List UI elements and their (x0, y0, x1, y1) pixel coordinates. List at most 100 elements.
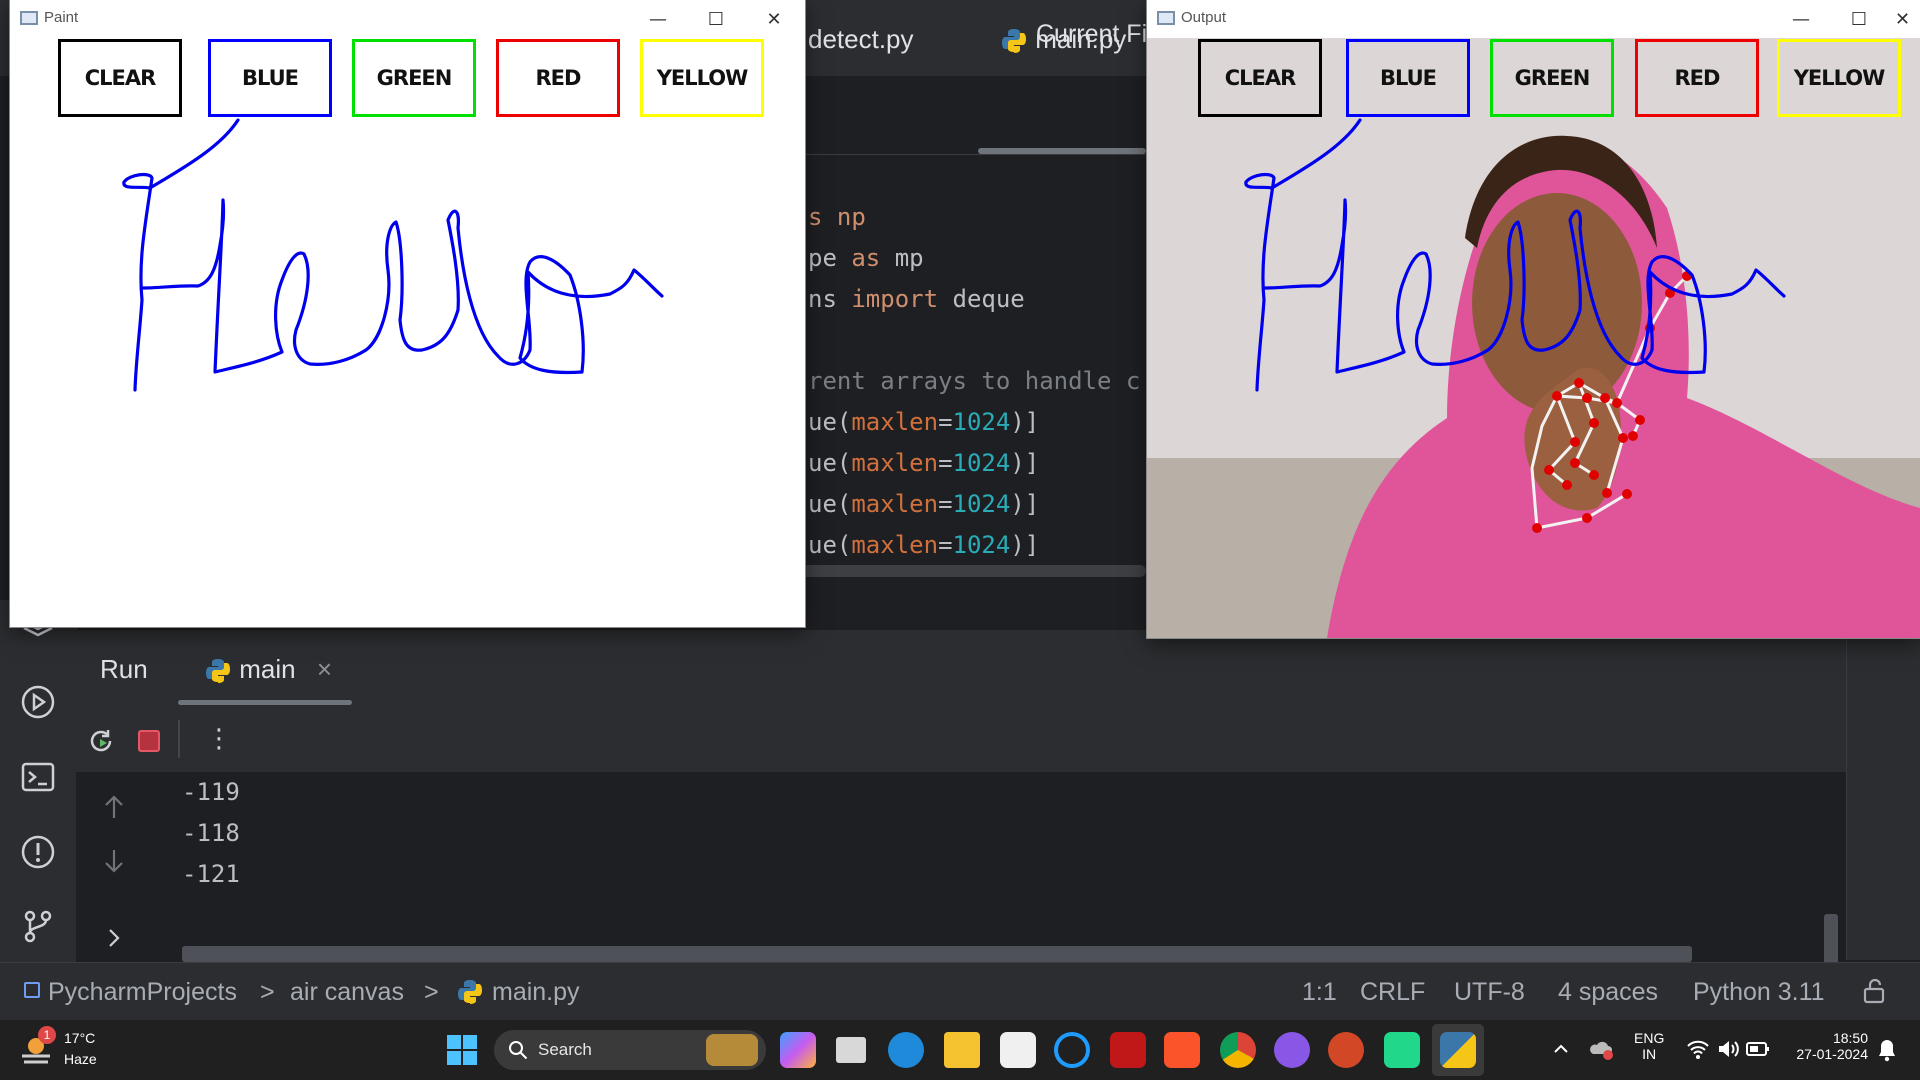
console-horizontal-scrollbar[interactable] (182, 946, 1692, 962)
right-tool-strip (1846, 620, 1920, 960)
maximize-button[interactable]: ☐ (1831, 4, 1887, 36)
tab-main-py[interactable]: main.py (1000, 24, 1126, 55)
blue-button[interactable]: BLUE (1346, 39, 1470, 117)
webcam-feed (1147, 38, 1920, 638)
file-explorer-icon[interactable] (944, 1032, 980, 1068)
breadcrumb-separator: > (424, 978, 439, 1006)
powerpoint-icon[interactable] (1328, 1032, 1364, 1068)
clock-time: 18:50 (1832, 1030, 1868, 1046)
tab-label: detect.py (808, 24, 914, 54)
breadcrumb-separator: > (260, 978, 275, 1006)
console-line: -119 (182, 778, 240, 806)
caret-position[interactable]: 1:1 (1302, 978, 1337, 1007)
python-icon[interactable] (1440, 1032, 1476, 1068)
copilot-icon[interactable] (780, 1032, 816, 1068)
status-bar: PycharmProjects > air canvas > main.py 1… (0, 962, 1920, 1021)
breadcrumb-folder[interactable]: air canvas (290, 978, 404, 1007)
git-branch-icon[interactable] (18, 906, 58, 946)
problems-icon[interactable] (18, 832, 58, 872)
chevron-right-icon[interactable] (104, 926, 124, 950)
code-editor[interactable]: s np pe as mp ns import deque rent array… (796, 195, 1146, 575)
pycharm-icon[interactable] (1384, 1032, 1420, 1068)
search-highlight-image (706, 1034, 758, 1066)
chrome-icon[interactable] (1220, 1032, 1256, 1068)
green-button[interactable]: GREEN (1490, 39, 1614, 117)
code-line-deque-3: ue(maxlen=1024)] (808, 490, 1040, 518)
rerun-icon[interactable] (86, 726, 116, 756)
weather-temperature: 17°C (64, 1030, 96, 1046)
paint-window[interactable]: Paint — ☐ ✕ CLEAR BLUE GREEN RED YELLOW (10, 0, 805, 627)
store-icon[interactable] (1000, 1032, 1036, 1068)
console-output[interactable]: -119 -118 -121 (76, 772, 1846, 962)
code-line-comment: rent arrays to handle c (808, 367, 1141, 395)
output-window[interactable]: Output — ☐ ✕ CLEAR BLUE GREEN RED YELLOW (1147, 0, 1920, 638)
line-ending[interactable]: CRLF (1360, 978, 1425, 1007)
code-line-1: s np (808, 203, 866, 231)
edge-icon[interactable] (888, 1032, 924, 1068)
language-code: ENG (1634, 1030, 1665, 1046)
code-line-deque-1: ue(maxlen=1024)] (808, 408, 1040, 436)
run-tab-close-icon[interactable]: × (317, 654, 332, 684)
run-tab-main[interactable]: main × (204, 654, 332, 685)
cortana-icon[interactable] (1054, 1032, 1090, 1068)
breadcrumb-project[interactable]: PycharmProjects (48, 978, 237, 1007)
clock-date: 27-01-2024 (1796, 1046, 1868, 1062)
weather-condition: Haze (64, 1051, 97, 1067)
python-file-icon (1002, 29, 1026, 54)
run-panel-title: Run (100, 654, 148, 684)
active-tab-indicator (978, 148, 1146, 154)
system-clock[interactable]: 18:50 27-01-2024 (1786, 1030, 1868, 1062)
face (1472, 193, 1642, 413)
unlock-icon[interactable] (1860, 977, 1888, 1005)
clear-button[interactable]: CLEAR (1198, 39, 1322, 117)
mcafee-icon[interactable] (1110, 1032, 1146, 1068)
wifi-icon[interactable] (1686, 1038, 1710, 1060)
battery-icon[interactable] (1746, 1040, 1770, 1058)
drawing-canvas[interactable] (10, 0, 805, 627)
indent-setting[interactable]: 4 spaces (1558, 978, 1658, 1007)
minimize-button[interactable]: — (1773, 4, 1829, 36)
breadcrumb-file[interactable]: main.py (492, 978, 580, 1007)
red-button[interactable]: RED (1635, 39, 1759, 117)
code-line-deque-2: ue(maxlen=1024)] (808, 449, 1040, 477)
hello-stroke (122, 118, 664, 392)
more-options-icon[interactable]: ⋮ (206, 724, 232, 754)
search-box[interactable]: Search (494, 1030, 766, 1070)
run-icon[interactable] (18, 682, 58, 722)
editor-tab-bar (796, 76, 1146, 155)
toolbar-divider (178, 720, 180, 758)
python-interpreter[interactable]: Python 3.11 (1693, 978, 1825, 1007)
brave-icon[interactable] (1164, 1032, 1200, 1068)
output-window-title: Output (1181, 9, 1227, 26)
scroll-down-icon[interactable] (100, 846, 128, 876)
tool-window-strip (0, 600, 77, 990)
yellow-button[interactable]: YELLOW (1777, 39, 1901, 117)
code-line-2: pe as mp (808, 244, 924, 272)
project-icon (24, 982, 40, 998)
terminal-icon[interactable] (18, 757, 58, 797)
stop-button[interactable] (138, 730, 160, 752)
github-icon[interactable] (1274, 1032, 1310, 1068)
file-encoding[interactable]: UTF-8 (1454, 978, 1525, 1007)
language-indicator[interactable]: ENG IN (1634, 1030, 1664, 1062)
windows-taskbar: 1 17°C Haze Search ENG IN 18:50 27-01-20… (0, 1020, 1920, 1080)
scroll-up-icon[interactable] (100, 792, 128, 822)
editor-horizontal-scrollbar[interactable] (796, 565, 1146, 577)
onedrive-icon[interactable] (1588, 1036, 1614, 1062)
tab-detect-py[interactable]: detect.py (808, 24, 914, 55)
console-vertical-scrollbar[interactable] (1824, 914, 1838, 964)
console-line: -118 (182, 819, 240, 847)
window-app-icon (1157, 11, 1175, 25)
notification-bell-icon[interactable] (1876, 1038, 1898, 1062)
notification-badge: 1 (38, 1026, 56, 1044)
run-tab-indicator (178, 700, 352, 705)
tab-label: main.py (1035, 24, 1127, 54)
start-icon[interactable] (446, 1034, 478, 1066)
search-icon (509, 1041, 528, 1060)
task-view-icon[interactable] (836, 1037, 866, 1063)
chevron-up-icon[interactable] (1552, 1040, 1570, 1058)
close-button[interactable]: ✕ (1885, 4, 1920, 36)
search-label: Search (538, 1040, 592, 1059)
run-tab-label: main (239, 654, 296, 684)
volume-icon[interactable] (1716, 1038, 1740, 1060)
